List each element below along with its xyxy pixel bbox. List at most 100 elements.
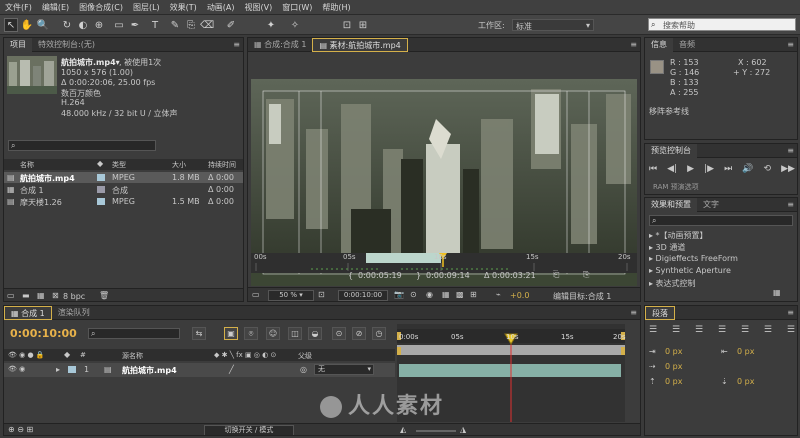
region-icon[interactable]: ▩ bbox=[456, 290, 464, 299]
ram-preview-options[interactable]: RAM 预演选项 bbox=[653, 182, 699, 192]
brainstorm-icon[interactable]: ⊘ bbox=[352, 327, 366, 340]
text-tool-icon[interactable]: T bbox=[148, 18, 162, 32]
label-color-swatch[interactable] bbox=[97, 198, 105, 205]
justify-last-left-icon[interactable]: ☰ bbox=[718, 325, 726, 337]
tab-timeline-comp[interactable]: ▦ 合成 1 bbox=[4, 306, 52, 320]
previous-frame-icon[interactable]: ◀| bbox=[667, 164, 677, 178]
tab-composition[interactable]: ▦ 合成:合成 1 bbox=[248, 38, 312, 52]
tab-character[interactable]: 文字 bbox=[697, 198, 725, 212]
align-center-icon[interactable]: ☰ bbox=[672, 325, 680, 337]
parent-pick-whip-icon[interactable]: ◎ bbox=[300, 365, 307, 374]
panel-menu-icon[interactable]: ≡ bbox=[787, 146, 794, 155]
selection-tool-icon[interactable]: ↖ bbox=[4, 18, 18, 32]
panel-menu-icon[interactable]: ≡ bbox=[787, 40, 794, 49]
toggle-switches-modes-button[interactable]: 切换开关 / 模式 bbox=[204, 425, 294, 435]
menu-window[interactable]: 窗口(W) bbox=[277, 2, 317, 13]
justify-last-center-icon[interactable]: ☰ bbox=[741, 325, 749, 337]
interpret-footage-icon[interactable]: ▭ bbox=[7, 291, 15, 300]
effects-item[interactable]: ▸ Digieffects FreeForm bbox=[649, 254, 738, 263]
panel-menu-icon[interactable]: ≡ bbox=[630, 308, 637, 317]
in-point-icon[interactable]: { bbox=[348, 271, 353, 280]
space-before-value[interactable]: 0 px bbox=[665, 377, 682, 386]
tab-paragraph[interactable]: 段落 bbox=[645, 306, 675, 320]
puppet-overlap-tool-icon[interactable]: ✧ bbox=[288, 18, 302, 32]
transparency-grid-icon[interactable]: ▦ bbox=[442, 290, 450, 299]
graph-editor-icon[interactable]: ⊙ bbox=[332, 327, 346, 340]
ram-preview-icon[interactable]: ▶▶ bbox=[781, 164, 795, 178]
help-search-input[interactable]: ⌕ 搜索帮助 bbox=[648, 18, 796, 31]
column-type[interactable]: 类型 bbox=[112, 160, 126, 170]
expand-collapse-icon[interactable]: ⊕ ⊖ ⊞ bbox=[8, 425, 33, 434]
project-item[interactable]: ▤ 摩天楼1.26 MPEG 1.5 MB Δ 0:00 bbox=[4, 196, 243, 207]
show-snapshot-icon[interactable]: ⊙ bbox=[410, 290, 417, 299]
shy-layers-icon[interactable]: ☺ bbox=[266, 327, 280, 340]
loop-icon[interactable]: ⟲ bbox=[763, 164, 771, 178]
out-point-time[interactable]: 0:00:09:14 bbox=[426, 271, 470, 280]
exposure-value[interactable]: +0.0 bbox=[510, 291, 529, 300]
always-preview-icon[interactable]: ▭ bbox=[252, 290, 260, 299]
audio-icon[interactable]: 🔊 bbox=[742, 164, 753, 178]
indent-first-line-value[interactable]: 0 px bbox=[665, 362, 682, 371]
column-source-name[interactable]: 源名称 bbox=[122, 351, 143, 361]
local-axis-icon[interactable]: ⊡ bbox=[340, 18, 354, 32]
menu-animation[interactable]: 动画(A) bbox=[202, 2, 240, 13]
project-item[interactable]: ▤ 航拍城市.mp4 MPEG 1.8 MB Δ 0:00 bbox=[4, 172, 243, 183]
indent-right-value[interactable]: 0 px bbox=[737, 347, 754, 356]
tab-preview[interactable]: 预览控制台 bbox=[645, 144, 697, 158]
column-duration[interactable]: 持续时间 bbox=[208, 160, 236, 170]
panel-menu-icon[interactable]: ≡ bbox=[630, 40, 637, 49]
effects-item[interactable]: ▸ 3D 通道 bbox=[649, 242, 685, 253]
menu-layer[interactable]: 图层(L) bbox=[128, 2, 165, 13]
zoom-in-icon[interactable]: ◮ bbox=[460, 425, 466, 434]
space-after-value[interactable]: 0 px bbox=[737, 377, 754, 386]
column-number-icon[interactable]: # bbox=[80, 351, 86, 359]
av-features-icon[interactable]: 👁 ◉ ● 🔒 bbox=[8, 351, 45, 359]
exposure-icon[interactable]: ⌁ bbox=[496, 290, 501, 299]
comp-mini-flowchart-icon[interactable]: ⇆ bbox=[192, 327, 206, 340]
current-time-display[interactable]: 0:00:10:00 bbox=[338, 290, 388, 301]
new-folder-icon[interactable]: ▬ bbox=[22, 291, 30, 300]
camera-tool-icon[interactable]: ◐ bbox=[76, 18, 90, 32]
frame-blending-icon[interactable]: ◫ bbox=[288, 327, 302, 340]
zoom-tool-icon[interactable]: 🔍 bbox=[36, 18, 50, 32]
effects-search-input[interactable]: ⌕ bbox=[649, 215, 793, 226]
grid-icon[interactable]: ⊞ bbox=[470, 290, 477, 299]
zoom-out-icon[interactable]: ◭ bbox=[400, 425, 406, 434]
quality-switch-icon[interactable]: ╱ bbox=[229, 365, 234, 374]
tab-effects-presets[interactable]: 效果和预置 bbox=[645, 198, 697, 212]
snapshot-icon[interactable]: 📷 bbox=[394, 290, 404, 299]
new-composition-icon[interactable]: ▦ bbox=[37, 291, 45, 300]
trash-icon[interactable]: 🗑 bbox=[99, 291, 109, 300]
puppet-tool-icon[interactable]: ✦ bbox=[264, 18, 278, 32]
expand-layer-icon[interactable]: ▸ bbox=[56, 365, 60, 374]
timeline-search-input[interactable]: ⌕ bbox=[88, 328, 180, 339]
align-right-icon[interactable]: ☰ bbox=[695, 325, 703, 337]
tab-render-queue[interactable]: 渲染队列 bbox=[52, 306, 96, 320]
label-color-swatch[interactable] bbox=[97, 174, 105, 181]
tab-info[interactable]: 信息 bbox=[645, 38, 673, 52]
effects-item[interactable]: ▸ *【动画预置】 bbox=[649, 230, 708, 241]
draft-3d-icon[interactable]: ⌾ bbox=[244, 327, 258, 340]
color-depth-icon[interactable]: ⊠ bbox=[52, 291, 59, 300]
tab-effect-controls[interactable]: 特效控制台:(无) bbox=[32, 38, 101, 52]
overlay-edit-icon[interactable]: ⎘ bbox=[583, 270, 589, 280]
auto-keyframe-icon[interactable]: ◷ bbox=[372, 327, 386, 340]
project-search-input[interactable]: ⌕ bbox=[8, 140, 156, 151]
current-time-display[interactable]: 0:00:10:00 bbox=[10, 327, 77, 340]
panel-menu-icon[interactable]: ≡ bbox=[787, 308, 794, 317]
play-icon[interactable]: ▶ bbox=[687, 164, 694, 178]
brush-tool-icon[interactable]: ✎ bbox=[168, 18, 182, 32]
label-color-swatch[interactable] bbox=[68, 366, 76, 373]
menu-composition[interactable]: 图像合成(C) bbox=[74, 2, 128, 13]
last-frame-icon[interactable]: ⏭ bbox=[724, 164, 732, 178]
align-left-icon[interactable]: ☰ bbox=[649, 325, 657, 337]
world-axis-icon[interactable]: ⊞ bbox=[356, 18, 370, 32]
justify-all-icon[interactable]: ☰ bbox=[787, 325, 795, 337]
label-color-swatch[interactable] bbox=[97, 186, 105, 193]
justify-last-right-icon[interactable]: ☰ bbox=[764, 325, 772, 337]
indent-left-value[interactable]: 0 px bbox=[665, 347, 682, 356]
menu-edit[interactable]: 编辑(E) bbox=[37, 2, 74, 13]
project-item[interactable]: ▦ 合成 1 合成 Δ 0:00 bbox=[4, 184, 243, 195]
menu-view[interactable]: 视图(V) bbox=[240, 2, 278, 13]
layer-switches-icon[interactable]: ◆ ✱ ╲ fx ▣ ◎ ◐ ⊙ bbox=[214, 351, 276, 359]
